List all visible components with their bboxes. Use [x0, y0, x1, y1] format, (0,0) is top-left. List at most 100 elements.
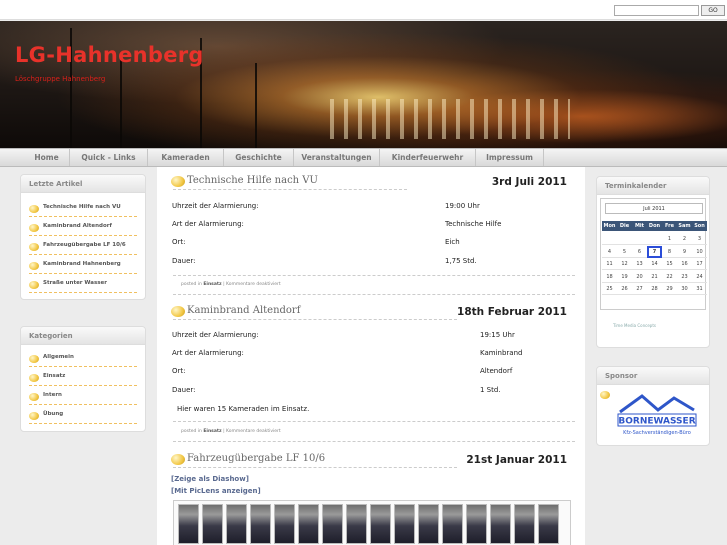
- calendar-day[interactable]: 10: [692, 246, 707, 258]
- gallery-thumbnail[interactable]: [346, 504, 367, 544]
- list-item[interactable]: Einsatz: [29, 372, 137, 386]
- bullet-icon: [29, 281, 39, 289]
- calendar-day[interactable]: 25: [602, 283, 617, 295]
- divider: [173, 467, 457, 468]
- calendar-day[interactable]: 12: [617, 258, 632, 270]
- calendar-day[interactable]: 29: [662, 283, 677, 295]
- sponsor-heading: Sponsor: [597, 367, 709, 385]
- sponsor-roof-icon: [619, 394, 695, 414]
- list-item[interactable]: Intern: [29, 391, 137, 405]
- calendar-day[interactable]: 26: [617, 283, 632, 295]
- meta-category-link[interactable]: Einsatz: [203, 282, 221, 287]
- calendar-day[interactable]: 2: [677, 233, 692, 245]
- gallery-thumbnail[interactable]: [490, 504, 511, 544]
- calendar-day[interactable]: 3: [692, 233, 707, 245]
- main-content: Technische Hilfe nach VU 3rd Juli 2011 U…: [157, 167, 585, 545]
- calendar-day[interactable]: 16: [677, 258, 692, 270]
- calendar-day[interactable]: 5: [617, 246, 632, 258]
- calendar-weekday: Mon: [602, 221, 617, 231]
- gallery-thumbnail[interactable]: [418, 504, 439, 544]
- nav-quick-links[interactable]: Quick - Links: [70, 149, 148, 166]
- calendar-day[interactable]: 11: [602, 258, 617, 270]
- calendar-day[interactable]: 31: [692, 283, 707, 295]
- nav-kinderfeuerwehr[interactable]: Kinderfeuerwehr: [380, 149, 476, 166]
- list-item[interactable]: Kaminbrand Hahnenberg: [29, 260, 137, 274]
- calendar-day[interactable]: 23: [677, 271, 692, 283]
- category-link[interactable]: Intern: [43, 392, 62, 398]
- calendar-day[interactable]: 4: [602, 246, 617, 258]
- search-button[interactable]: GO: [701, 5, 725, 16]
- gallery-thumbnail[interactable]: [298, 504, 319, 544]
- divider: [173, 319, 457, 320]
- recent-post-link[interactable]: Technische Hilfe nach VU: [43, 204, 121, 210]
- sponsor-logo[interactable]: BORNEWASSER Kfz-Sachverständigen-Büro: [614, 388, 700, 440]
- gallery-thumbnail[interactable]: [394, 504, 415, 544]
- calendar-day[interactable]: 1: [662, 233, 677, 245]
- list-item[interactable]: Übung: [29, 410, 137, 424]
- calendar-day[interactable]: 7: [647, 245, 662, 258]
- header-tree-silhouette: [255, 63, 257, 148]
- calendar-day[interactable]: 20: [632, 271, 647, 283]
- calendar-day[interactable]: 21: [647, 271, 662, 283]
- calendar-day[interactable]: 14: [647, 258, 662, 270]
- gallery-thumbnail[interactable]: [178, 504, 199, 544]
- header-vehicle-lights: [330, 99, 570, 139]
- category-link[interactable]: Übung: [43, 411, 63, 417]
- calendar-day[interactable]: 30: [677, 283, 692, 295]
- calendar-day[interactable]: 8: [662, 246, 677, 258]
- nav-impressum[interactable]: Impressum: [476, 149, 544, 166]
- calendar-heading: Terminkalender: [597, 177, 709, 195]
- gallery-thumbnail[interactable]: [322, 504, 343, 544]
- recent-post-link[interactable]: Kaminbrand Hahnenberg: [43, 261, 121, 267]
- calendar-day[interactable]: 17: [692, 258, 707, 270]
- nav-veranstaltungen[interactable]: Veranstaltungen: [294, 149, 380, 166]
- post-title[interactable]: Technische Hilfe nach VU: [187, 175, 318, 186]
- calendar-credit[interactable]: Time Media Concepts: [613, 323, 656, 328]
- sponsor-subtitle: Kfz-Sachverständigen-Büro: [623, 430, 691, 436]
- gallery-thumbnail[interactable]: [442, 504, 463, 544]
- recent-post-link[interactable]: Straße unter Wasser: [43, 280, 107, 286]
- divider: [173, 189, 407, 190]
- calendar-day[interactable]: 6: [632, 246, 647, 258]
- gallery-thumbnail[interactable]: [250, 504, 271, 544]
- gallery-thumbnail[interactable]: [202, 504, 223, 544]
- gallery-thumbnail[interactable]: [370, 504, 391, 544]
- calendar-day[interactable]: 15: [662, 258, 677, 270]
- calendar-day[interactable]: 19: [617, 271, 632, 283]
- piclens-link[interactable]: [Mit PicLens anzeigen]: [171, 487, 261, 495]
- meta-category-link[interactable]: Einsatz: [203, 429, 221, 434]
- gallery-thumbnail[interactable]: [226, 504, 247, 544]
- recent-post-link[interactable]: Fahrzeugübergabe LF 10/6: [43, 242, 126, 248]
- search-input[interactable]: [614, 5, 699, 16]
- calendar-day[interactable]: 9: [677, 246, 692, 258]
- calendar-day[interactable]: 18: [602, 271, 617, 283]
- slideshow-link[interactable]: [Zeige als Diashow]: [171, 475, 249, 483]
- nav-kameraden[interactable]: Kameraden: [148, 149, 224, 166]
- calendar-day[interactable]: 22: [662, 271, 677, 283]
- calendar-day[interactable]: 13: [632, 258, 647, 270]
- site-title[interactable]: LG-Hahnenberg: [15, 43, 204, 67]
- calendar-day[interactable]: 27: [632, 283, 647, 295]
- sponsor-name: BORNEWASSER: [618, 417, 695, 427]
- field-value: Kaminbrand: [480, 349, 523, 357]
- bullet-icon: [29, 374, 39, 382]
- nav-home[interactable]: Home: [24, 149, 70, 166]
- post-title[interactable]: Fahrzeugübergabe LF 10/6: [187, 453, 325, 464]
- list-item[interactable]: Fahrzeugübergabe LF 10/6: [29, 241, 137, 255]
- nav-geschichte[interactable]: Geschichte: [224, 149, 294, 166]
- list-item[interactable]: Kaminbrand Altendorf: [29, 222, 137, 236]
- calendar-day[interactable]: 28: [647, 283, 662, 295]
- gallery-thumbnail[interactable]: [466, 504, 487, 544]
- calendar-weekday: Die: [617, 221, 632, 231]
- calendar-day[interactable]: 24: [692, 271, 707, 283]
- recent-post-link[interactable]: Kaminbrand Altendorf: [43, 223, 112, 229]
- category-link[interactable]: Allgemein: [43, 354, 74, 360]
- post-title[interactable]: Kaminbrand Altendorf: [187, 305, 300, 316]
- gallery-thumbnail[interactable]: [538, 504, 559, 544]
- gallery-thumbnail[interactable]: [274, 504, 295, 544]
- list-item[interactable]: Allgemein: [29, 353, 137, 367]
- list-item[interactable]: Straße unter Wasser: [29, 279, 137, 293]
- list-item[interactable]: Technische Hilfe nach VU: [29, 203, 137, 217]
- category-link[interactable]: Einsatz: [43, 373, 65, 379]
- gallery-thumbnail[interactable]: [514, 504, 535, 544]
